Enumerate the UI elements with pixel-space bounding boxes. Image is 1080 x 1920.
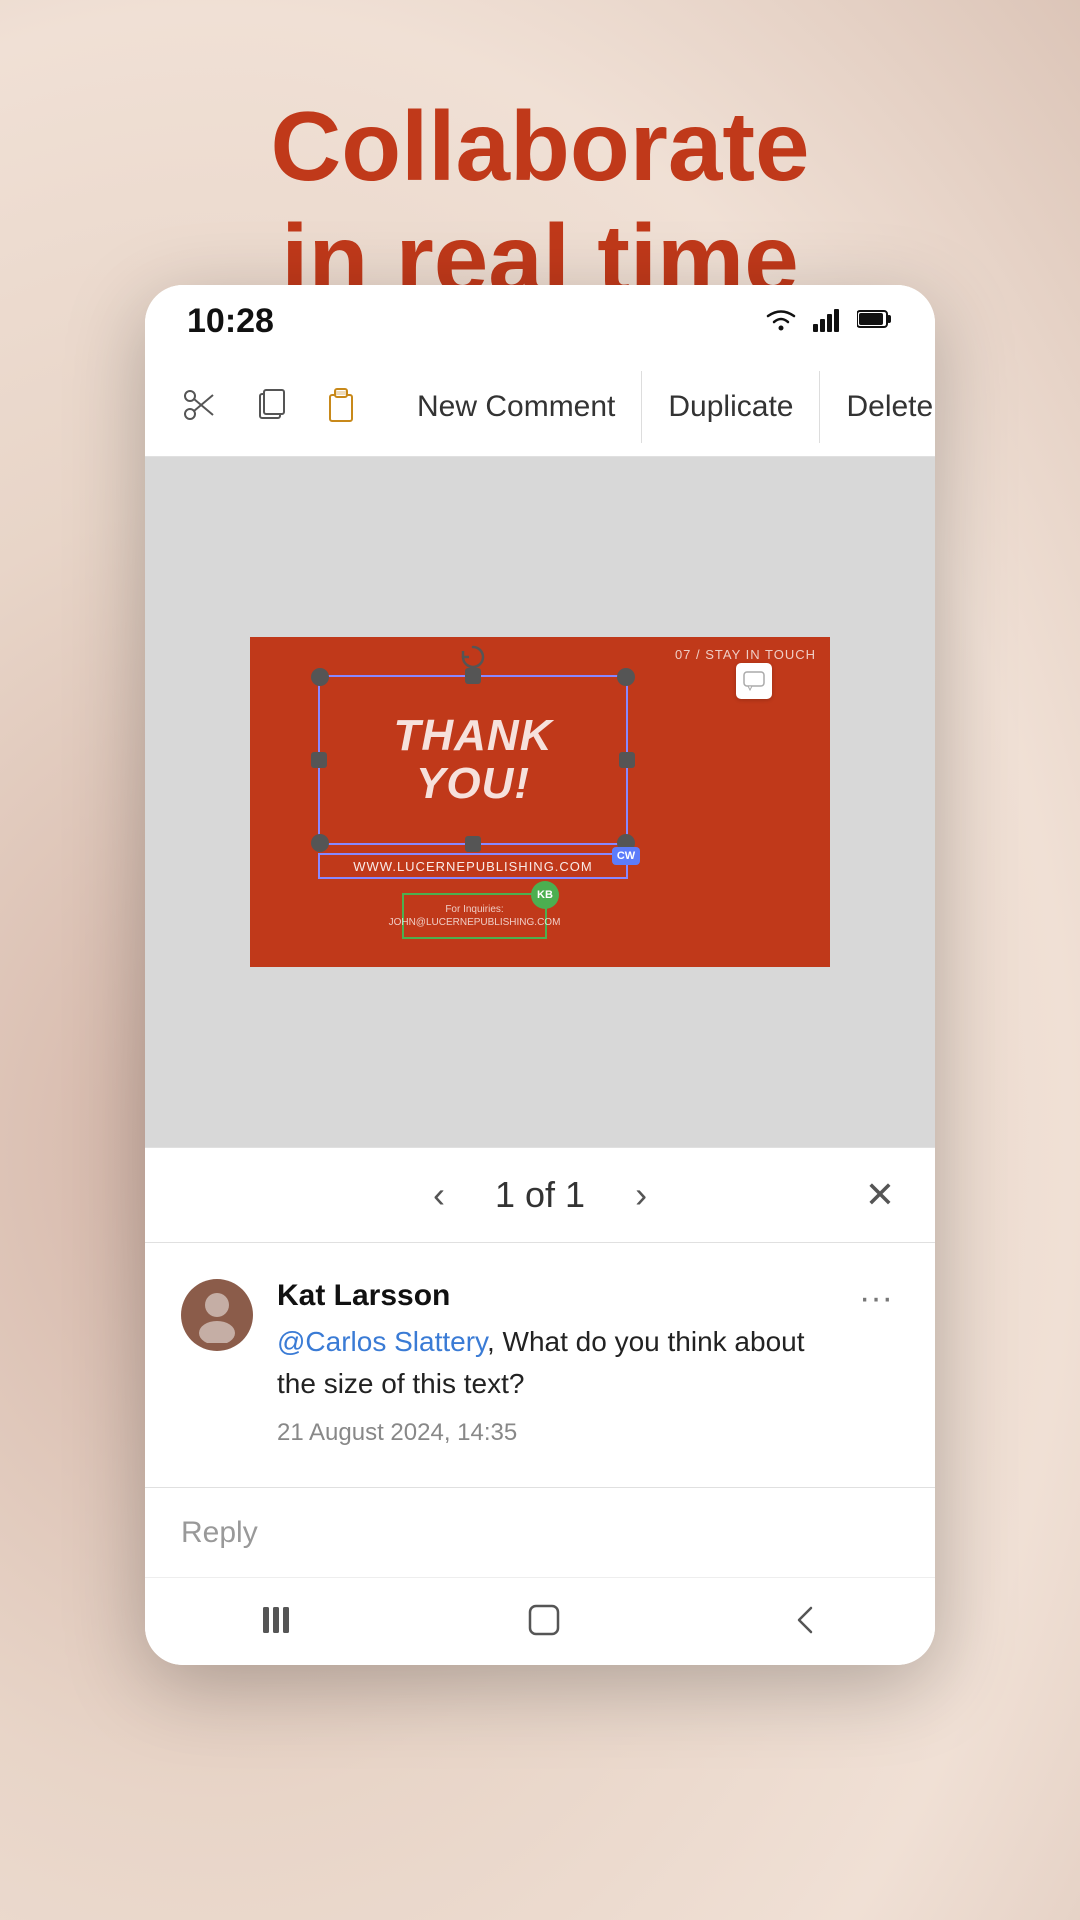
phone-frame: 10:28	[145, 285, 935, 1665]
home-icon	[522, 1598, 566, 1645]
wifi-icon	[763, 306, 799, 337]
pagination-text: 1 of 1	[495, 1174, 585, 1216]
duplicate-button[interactable]: Duplicate	[641, 371, 819, 443]
delete-button[interactable]: Delete	[819, 371, 935, 443]
selection-box	[318, 675, 628, 845]
comment-body: Kat Larsson @Carlos Slattery, What do yo…	[277, 1279, 829, 1447]
kb-badge: KB	[531, 881, 559, 909]
status-icons	[763, 306, 893, 337]
nav-menu-button[interactable]	[213, 1601, 345, 1642]
inquiry-text: For Inquiries: JOHN@LUCERNEPUBLISHING.CO…	[389, 903, 561, 929]
cw-badge: CW	[612, 847, 640, 865]
handle-bm	[465, 836, 481, 852]
pagination-bar: ‹ 1 of 1 › ✕	[145, 1147, 935, 1242]
back-icon	[783, 1598, 827, 1645]
next-page-button[interactable]: ›	[625, 1174, 657, 1216]
prev-page-button[interactable]: ‹	[423, 1174, 455, 1216]
url-text: WWW.LUCERNEPUBLISHING.COM	[353, 859, 593, 874]
reply-bar[interactable]: Reply	[145, 1487, 935, 1577]
comment-header: Kat Larsson @Carlos Slattery, What do yo…	[181, 1279, 899, 1447]
comment-section: Kat Larsson @Carlos Slattery, What do yo…	[145, 1242, 935, 1487]
signal-icon	[813, 306, 843, 337]
comment-options-button[interactable]: ···	[853, 1279, 899, 1318]
comment-mention: @Carlos Slattery	[277, 1326, 487, 1357]
copy-icon	[254, 388, 288, 425]
toolbar: New Comment Duplicate Delete	[145, 357, 935, 457]
comment-timestamp: 21 August 2024, 14:35	[277, 1419, 829, 1447]
paste-icon	[326, 387, 360, 426]
comment-bubble-badge	[736, 663, 772, 699]
cut-button[interactable]	[163, 371, 235, 443]
handle-tl	[311, 668, 329, 686]
comment-author: Kat Larsson	[277, 1279, 829, 1313]
handle-ml	[311, 752, 327, 768]
page-title: Collaborate in real time	[0, 90, 1080, 315]
handle-bl	[311, 834, 329, 852]
copy-button[interactable]	[235, 371, 307, 443]
slide-tag: 07 / STAY IN TOUCH	[675, 647, 816, 662]
new-comment-button[interactable]: New Comment	[391, 371, 641, 443]
scissors-icon	[181, 387, 217, 426]
nav-home-button[interactable]	[482, 1598, 606, 1645]
handle-mr	[619, 752, 635, 768]
handle-tm	[465, 668, 481, 684]
reply-placeholder: Reply	[181, 1516, 258, 1550]
nav-back-button[interactable]	[743, 1598, 867, 1645]
paste-button[interactable]	[307, 371, 379, 443]
canvas-area: 07 / STAY IN TOUCH	[145, 457, 935, 1147]
battery-icon	[857, 309, 893, 334]
title-line1: Collaborate	[270, 91, 809, 201]
close-pagination-button[interactable]: ✕	[865, 1174, 895, 1216]
avatar	[181, 1279, 253, 1351]
comment-text: @Carlos Slattery, What do you think abou…	[277, 1321, 829, 1405]
url-box: WWW.LUCERNEPUBLISHING.COM CW	[318, 853, 628, 879]
rotate-handle	[459, 643, 487, 671]
bottom-nav	[145, 1577, 935, 1665]
handle-tr	[617, 668, 635, 686]
inquiry-box: For Inquiries: JOHN@LUCERNEPUBLISHING.CO…	[402, 893, 547, 939]
status-time: 10:28	[187, 302, 274, 341]
status-bar: 10:28	[145, 285, 935, 357]
slide-container: 07 / STAY IN TOUCH	[250, 637, 830, 967]
menu-icon	[253, 1601, 305, 1642]
